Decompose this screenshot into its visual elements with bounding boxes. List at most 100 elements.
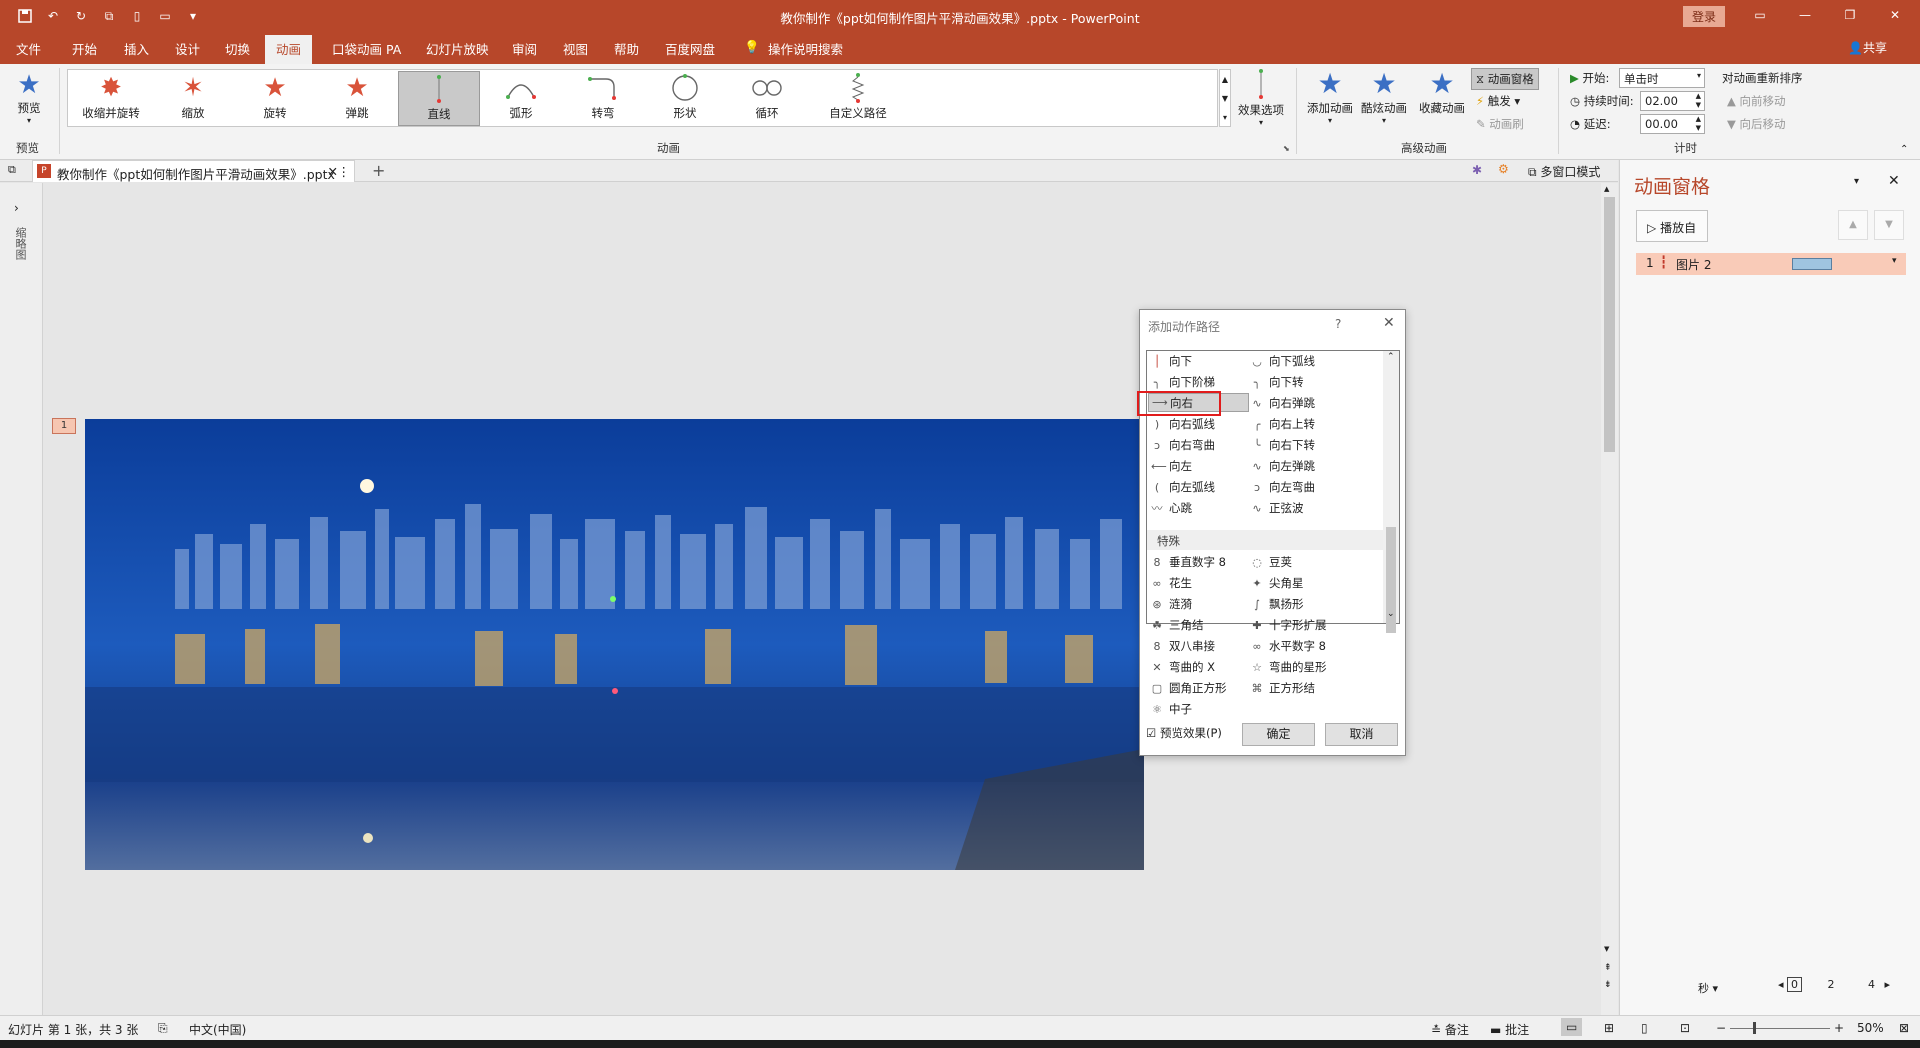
- gear-icon[interactable]: ⚙: [1498, 162, 1509, 176]
- move-down-icon[interactable]: ▼: [1874, 210, 1904, 240]
- next-slide-icon[interactable]: ⇟: [1604, 980, 1612, 990]
- minimize-icon[interactable]: —: [1793, 4, 1817, 26]
- close-icon[interactable]: ✕: [1883, 4, 1907, 26]
- gallery-item-loop[interactable]: 循环: [726, 71, 808, 126]
- spellcheck-icon[interactable]: ⎘: [158, 1021, 168, 1036]
- scroll-thumb[interactable]: [1604, 197, 1615, 452]
- close-pane-icon[interactable]: ✕: [1888, 173, 1900, 189]
- list-item[interactable]: ↄ 向左弯曲: [1251, 478, 1315, 496]
- animation-pane-button[interactable]: ⧖ 动画窗格: [1471, 68, 1539, 90]
- duration-input[interactable]: 02.00 ▲ ▼: [1640, 91, 1705, 111]
- spinner-icon[interactable]: ▲ ▼: [1696, 115, 1701, 133]
- sorter-view-icon[interactable]: ⊞: [1604, 1021, 1614, 1035]
- canvas-scrollbar[interactable]: ▲ ▼ ⇞ ⇟: [1601, 183, 1618, 1015]
- tab-view[interactable]: 视图: [563, 39, 588, 58]
- list-item[interactable]: 8 双八串接: [1151, 637, 1216, 655]
- scroll-down-icon[interactable]: ▼: [1604, 945, 1609, 953]
- scroll-down-icon[interactable]: ▼: [1220, 89, 1230, 108]
- scroll-up-icon[interactable]: ⌃: [1387, 352, 1395, 362]
- list-item[interactable]: (向左弧线: [1151, 478, 1215, 496]
- reading-view-icon[interactable]: ▯: [1641, 1021, 1648, 1035]
- list-item[interactable]: ☆ 弯曲的星形: [1251, 658, 1326, 676]
- list-item[interactable]: ◌ 豆荚: [1251, 553, 1292, 571]
- cool-animation-button[interactable]: ★ 酷炫动画 ▾: [1358, 68, 1410, 126]
- gallery-item-custom-path[interactable]: 自定义路径: [808, 71, 908, 126]
- restore-icon[interactable]: ❐: [1838, 4, 1862, 26]
- login-button[interactable]: 登录: [1683, 6, 1726, 27]
- list-item[interactable]: ◡ 向下弧线: [1251, 352, 1315, 370]
- list-item[interactable]: ↄ 向右弯曲: [1151, 436, 1215, 454]
- fit-slide-icon[interactable]: ⊠: [1899, 1021, 1909, 1035]
- spinner-icon[interactable]: ▲ ▼: [1696, 92, 1701, 110]
- list-item[interactable]: ⟵ 向左: [1151, 457, 1192, 475]
- prev-slide-icon[interactable]: ⇞: [1604, 963, 1612, 973]
- tab-home[interactable]: 开始: [72, 39, 97, 58]
- zoom-level[interactable]: 50%: [1857, 1021, 1884, 1035]
- tab-design[interactable]: 设计: [175, 39, 200, 58]
- notes-button[interactable]: ≛ 备注: [1431, 1021, 1469, 1038]
- trigger-button[interactable]: ⚡ 触发 ▾: [1476, 93, 1520, 109]
- list-item[interactable]: ∿ 正弦波: [1251, 499, 1303, 517]
- city-night-photo[interactable]: [85, 419, 1144, 870]
- gallery-item-shrink-spin[interactable]: ✸ 收缩并旋转: [70, 71, 152, 126]
- list-item[interactable]: ✦ 尖角星: [1251, 574, 1303, 592]
- tab-help[interactable]: 帮助: [614, 39, 639, 58]
- time-unit-select[interactable]: 秒 ▾: [1698, 980, 1718, 996]
- help-button[interactable]: ?: [1335, 317, 1341, 331]
- tab-more-icon[interactable]: ⋮: [338, 164, 351, 179]
- tab-animations[interactable]: 动画: [265, 35, 313, 64]
- addin-icon[interactable]: ✱: [1472, 163, 1482, 177]
- move-later-button[interactable]: ▼ 向后移动: [1727, 116, 1786, 132]
- list-item[interactable]: ∿ 向左弹跳: [1251, 457, 1315, 475]
- gallery-item-arc[interactable]: 弧形: [480, 71, 562, 126]
- animation-order-tag[interactable]: 1: [52, 418, 76, 434]
- delay-input[interactable]: 00.00 ▲ ▼: [1640, 114, 1705, 134]
- close-tab-icon[interactable]: ✕: [328, 164, 338, 179]
- list-item[interactable]: ☘ 三角结: [1151, 616, 1203, 634]
- list-item[interactable]: ⌘ 正方形结: [1251, 679, 1316, 697]
- document-tab[interactable]: P 教你制作《ppt如何制作图片平滑动画效果》.pptx ✕ ⋮: [32, 160, 355, 182]
- list-item[interactable]: 8 垂直数字 8: [1151, 553, 1226, 571]
- list-item[interactable]: ∞ 花生: [1151, 574, 1192, 592]
- preview-effect-checkbox[interactable]: ☑ 预览效果(P): [1146, 725, 1222, 741]
- preview-button[interactable]: ★ 预览 ▾: [12, 70, 46, 125]
- ok-button[interactable]: 确定: [1242, 723, 1315, 746]
- slideshow-view-icon[interactable]: ⊡: [1680, 1021, 1690, 1035]
- effect-options-button[interactable]: 效果选项 ▾: [1235, 68, 1287, 127]
- list-item[interactable]: ⚛ 中子: [1151, 700, 1192, 718]
- play-from-button[interactable]: ▷ 播放自: [1636, 210, 1708, 242]
- chevron-down-icon[interactable]: ▾: [1697, 71, 1701, 80]
- list-item[interactable]: ╭ 向右上转: [1251, 415, 1315, 433]
- list-item[interactable]: ∫ 飘扬形: [1251, 595, 1303, 613]
- tab-baidu[interactable]: 百度网盘: [665, 39, 715, 58]
- tab-review[interactable]: 审阅: [512, 39, 537, 58]
- zoom-out-icon[interactable]: −: [1716, 1021, 1726, 1035]
- tab-slideshow[interactable]: 幻灯片放映: [426, 39, 489, 58]
- list-item[interactable]: ✕ 弯曲的 X: [1151, 658, 1215, 676]
- tab-file[interactable]: 文件: [16, 39, 41, 58]
- start-select[interactable]: 单击时 ▾: [1619, 68, 1705, 88]
- gallery-item-zoom[interactable]: ✶ 缩放: [152, 71, 234, 126]
- list-item[interactable]: ⊛ 涟漪: [1151, 595, 1192, 613]
- move-up-icon[interactable]: ▲: [1838, 210, 1868, 240]
- zoom-slider-thumb[interactable]: [1753, 1022, 1756, 1034]
- cancel-button[interactable]: 取消: [1325, 723, 1398, 746]
- list-item[interactable]: ╮ 向下阶梯: [1151, 373, 1215, 391]
- scroll-down-icon[interactable]: ⌄: [1387, 609, 1395, 619]
- zoom-in-icon[interactable]: +: [1834, 1021, 1844, 1035]
- new-tab-icon[interactable]: +: [372, 161, 385, 180]
- list-item[interactable]: ╰ 向右下转: [1251, 436, 1315, 454]
- gallery-scroll[interactable]: ▲ ▼ ▾: [1219, 69, 1231, 127]
- tab-list-icon[interactable]: ⧉: [8, 163, 16, 177]
- ribbon-display-icon[interactable]: ▭: [1748, 4, 1772, 26]
- favorite-animation-button[interactable]: ★ 收藏动画: [1416, 68, 1468, 116]
- language-label[interactable]: 中文(中国): [189, 1021, 246, 1038]
- tab-insert[interactable]: 插入: [124, 39, 149, 58]
- timing-bar[interactable]: [1792, 258, 1832, 270]
- pane-options-icon[interactable]: ▾: [1854, 176, 1859, 187]
- tab-pocket-animation[interactable]: 口袋动画 PA: [332, 39, 401, 58]
- multi-window-button[interactable]: ⧉ 多窗口模式: [1528, 163, 1600, 180]
- list-item[interactable]: ╮ 向下转: [1251, 373, 1304, 391]
- close-icon[interactable]: ✕: [1383, 315, 1395, 331]
- scroll-up-icon[interactable]: ▲: [1220, 70, 1230, 89]
